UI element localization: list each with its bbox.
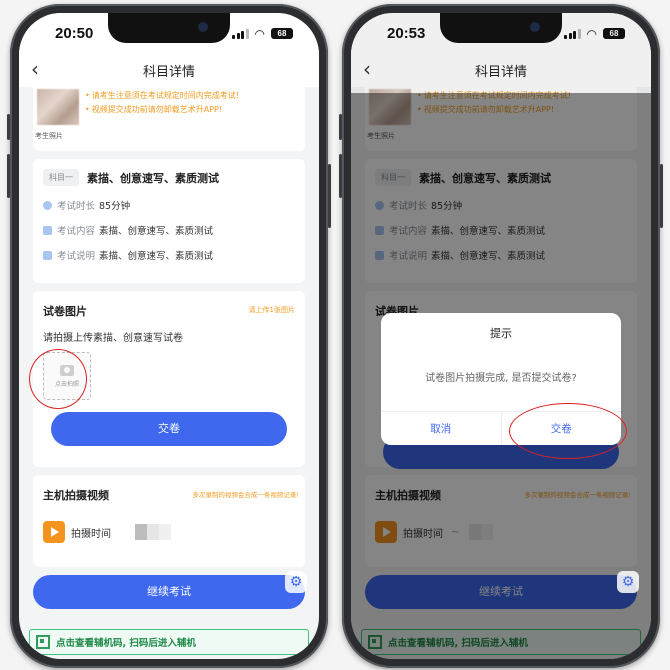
notch xyxy=(440,13,562,43)
video-row: 拍摄时间 xyxy=(43,521,295,543)
side-button xyxy=(7,114,10,140)
page-content: 考生照片 • 请考生注意须在考试规定时间内完成考试! • 视频提交成功前请勿卸载艺术… xyxy=(19,87,319,659)
notice-list: • 请考生注意须在考试规定时间内完成考试! • 视频提交成功前请勿卸载艺术升APP! xyxy=(85,89,239,117)
notice-item: • 请考生注意须在考试规定时间内完成考试! xyxy=(85,91,239,100)
battery-icon: 68 xyxy=(271,28,293,39)
signal-icon xyxy=(564,28,581,39)
status-time: 20:53 xyxy=(387,25,426,42)
front-camera xyxy=(530,22,540,32)
cancel-button[interactable]: 取消 xyxy=(381,412,501,445)
content-value: 素描、创意速写、素质测试 xyxy=(99,226,214,237)
phone-frame-left: 20:50 ◠ 68 ‹ 科目详情 考生照片 • 请考生注意须在考试规定时间内完成… xyxy=(7,4,331,668)
nav-bar: ‹ 科目详情 xyxy=(19,53,319,87)
video-hint: 多次录制的视频会合成一条视频记录! xyxy=(192,491,299,499)
screen-right: 20:53 ◠ 68 ‹ 科目详情 考生照片 • 请考生注意须在考试规定时间内完成… xyxy=(351,13,651,659)
dialog-message: 试卷图片拍摄完成, 是否提交试卷? xyxy=(425,373,577,384)
qr-code-icon xyxy=(36,635,50,649)
continue-exam-button[interactable]: 继续考试 xyxy=(33,575,305,609)
subject-tag: 科目一 xyxy=(43,169,79,186)
comparison-stage: 20:50 ◠ 68 ‹ 科目详情 考生照片 • 请考生注意须在考试规定时间内完成… xyxy=(0,0,670,670)
description-label: 考试说明 xyxy=(57,251,96,262)
phone-frame-right: 20:53 ◠ 68 ‹ 科目详情 考生照片 • 请考生注意须在考试规定时间内完成… xyxy=(339,4,663,668)
document-icon xyxy=(43,225,52,235)
video-time-label: 拍摄时间 xyxy=(71,528,111,540)
paper-description: 请拍摄上传素描、创意速写试卷 xyxy=(43,333,183,344)
notice-item: • 视频提交成功前请勿卸载艺术升APP! xyxy=(85,105,223,114)
candidate-photo xyxy=(37,89,79,125)
duration-label: 考试时长 xyxy=(57,201,96,212)
video-card: 主机拍摄视频 多次录制的视频会合成一条视频记录! 拍摄时间 xyxy=(33,475,305,567)
wifi-icon: ◠ xyxy=(586,26,597,41)
paper-hint: 请上传1张图片 xyxy=(248,306,295,314)
highlight-circle xyxy=(29,349,87,409)
notch xyxy=(108,13,230,43)
page-title: 科目详情 xyxy=(142,65,195,80)
page-title: 科目详情 xyxy=(474,65,527,80)
dialog-title: 提示 xyxy=(490,327,512,340)
front-camera xyxy=(198,22,208,32)
description-value: 素描、创意速写、素质测试 xyxy=(99,251,214,262)
play-icon[interactable] xyxy=(43,521,65,543)
document-icon xyxy=(43,250,52,260)
subject-row: 科目一 素描、创意速写、素质测试 xyxy=(43,169,295,186)
status-icons: ◠ 68 xyxy=(564,26,625,41)
screen-left: 20:50 ◠ 68 ‹ 科目详情 考生照片 • 请考生注意须在考试规定时间内完成… xyxy=(19,13,319,659)
settings-icon[interactable]: ⚙ xyxy=(285,571,307,593)
aux-code-bar[interactable]: 点击查看辅机码, 扫码后进入辅机 xyxy=(29,629,309,655)
status-icons: ◠ 68 xyxy=(232,26,293,41)
side-button xyxy=(7,154,10,198)
duration-row: 考试时长 85分钟 xyxy=(43,198,295,212)
description-row: 考试说明 素描、创意速写、素质测试 xyxy=(43,248,295,262)
signal-icon xyxy=(232,28,249,39)
aux-code-text: 点击查看辅机码, 扫码后进入辅机 xyxy=(56,638,196,649)
redacted-time xyxy=(135,524,171,540)
content-label: 考试内容 xyxy=(57,226,96,237)
highlight-circle xyxy=(509,403,627,459)
subject-name: 素描、创意速写、素质测试 xyxy=(87,171,219,185)
status-time: 20:50 xyxy=(55,25,94,42)
exam-paper-card: 试卷图片 请上传1张图片 请拍摄上传素描、创意速写试卷 点击拍照 交卷 xyxy=(29,291,305,467)
candidate-card: 考生照片 • 请考生注意须在考试规定时间内完成考试! • 视频提交成功前请勿卸载艺术… xyxy=(33,87,305,151)
side-button xyxy=(328,164,331,228)
side-button xyxy=(339,114,342,140)
content-row: 考试内容 素描、创意速写、素质测试 xyxy=(43,223,295,237)
wifi-icon: ◠ xyxy=(254,26,265,41)
subject-card: 科目一 素描、创意速写、素质测试 考试时长 85分钟 考试内容 素描、创意速写、… xyxy=(33,159,305,283)
side-button xyxy=(339,154,342,198)
clock-icon xyxy=(43,200,52,210)
battery-icon: 68 xyxy=(603,28,625,39)
settings-icon[interactable]: ⚙ xyxy=(617,571,639,593)
side-button xyxy=(660,164,663,228)
submit-paper-button[interactable]: 交卷 xyxy=(51,412,287,446)
nav-bar: ‹ 科目详情 xyxy=(351,53,651,87)
photo-label: 考生照片 xyxy=(35,132,63,140)
duration-value: 85分钟 xyxy=(99,201,131,212)
